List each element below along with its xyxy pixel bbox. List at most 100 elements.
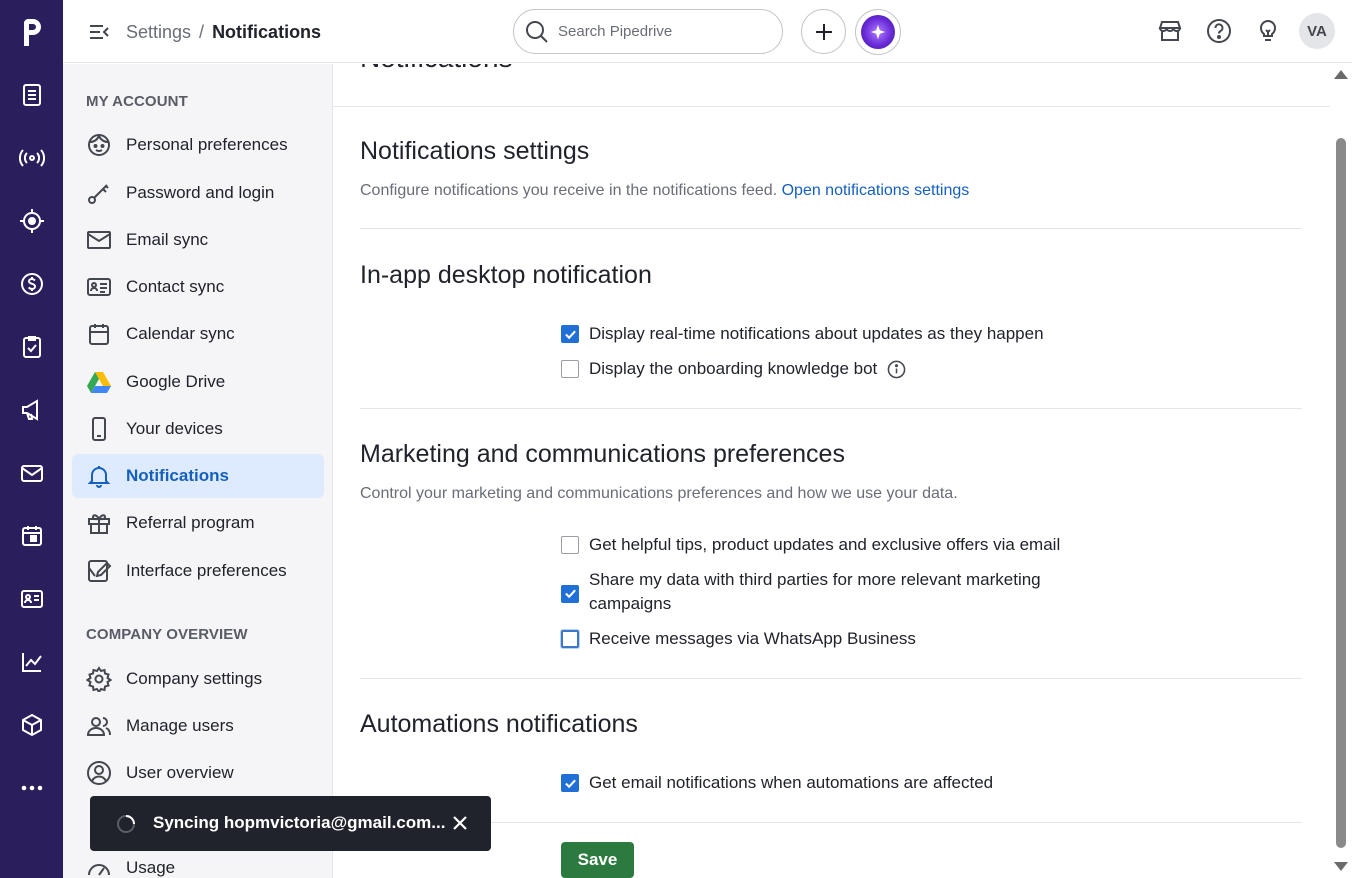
sidebar-item-contact-sync[interactable]: Contact sync — [72, 265, 324, 309]
sidebar-item-label: Company settings — [126, 669, 263, 688]
sidebar-item-user-overview[interactable]: User overview — [72, 751, 324, 795]
checkmark-icon — [564, 330, 576, 339]
broadcast-icon[interactable] — [16, 142, 47, 173]
sidebar-item-google-drive[interactable]: Google Drive — [72, 360, 324, 404]
checkbox-share-data[interactable]: Share my data with third parties for mor… — [561, 568, 1041, 616]
marketing-description: Control your marketing and communication… — [360, 485, 958, 502]
spinner-icon — [117, 815, 135, 833]
sidebar-item-label: Personal preferences — [126, 135, 288, 154]
info-icon[interactable] — [887, 360, 906, 379]
checkbox-whatsapp[interactable]: Receive messages via WhatsApp Business — [561, 627, 916, 651]
save-button[interactable]: Save — [561, 842, 634, 878]
sidebar-item-label: Interface preferences — [126, 561, 287, 580]
divider — [360, 408, 1302, 409]
leads-icon[interactable] — [16, 79, 47, 110]
checkbox-unchecked[interactable] — [561, 536, 579, 554]
sidebar-item-label: Referral program — [126, 513, 255, 532]
calendar-rail-icon[interactable] — [16, 520, 47, 551]
checkbox-checked[interactable] — [561, 584, 579, 603]
bell-icon — [87, 466, 111, 488]
checkbox-label: Get helpful tips, product updates and ex… — [589, 535, 1061, 554]
sidebar-item-interface-preferences[interactable]: Interface preferences — [72, 549, 324, 593]
breadcrumb-separator: / — [199, 21, 205, 42]
sidebar-item-calendar-sync[interactable]: Calendar sync — [72, 312, 324, 356]
search-icon — [526, 20, 548, 43]
checkbox-checked[interactable] — [561, 774, 579, 792]
products-icon[interactable] — [16, 709, 47, 740]
scrollbar-thumb[interactable] — [1336, 138, 1346, 848]
breadcrumb-current: Notifications — [212, 21, 322, 42]
tasks-icon[interactable] — [16, 331, 47, 362]
scroll-up-arrow-icon[interactable] — [1334, 70, 1348, 79]
checkbox-label-line1: Share my data with third parties for mor… — [589, 570, 1041, 589]
insights-icon[interactable] — [16, 646, 47, 677]
main-content: Notifications Notifications settings Con… — [333, 64, 1330, 878]
google-drive-icon — [87, 372, 111, 393]
contact-card-icon — [87, 278, 111, 296]
more-icon[interactable] — [16, 772, 47, 803]
menu-collapse-icon[interactable] — [87, 20, 111, 44]
checkbox-unchecked-focused[interactable] — [561, 630, 579, 648]
checkbox-onboarding-bot[interactable]: Display the onboarding knowledge bot — [561, 357, 906, 381]
open-notifications-settings-link[interactable]: Open notifications settings — [782, 182, 970, 199]
target-icon[interactable] — [16, 205, 47, 236]
pipedrive-logo[interactable] — [0, 0, 63, 63]
section-company-overview: COMPANY OVERVIEW — [86, 626, 248, 643]
sidebar-item-password-login[interactable]: Password and login — [72, 171, 324, 215]
checkbox-label-line2: campaigns — [589, 594, 672, 613]
gift-icon — [88, 514, 110, 534]
lightbulb-icon[interactable] — [1254, 17, 1282, 45]
checkbox-realtime-notifications[interactable]: Display real-time notifications about up… — [561, 322, 1044, 346]
gauge-icon — [88, 864, 110, 876]
automations-heading: Automations notifications — [360, 710, 638, 738]
checkbox-unchecked[interactable] — [561, 360, 579, 378]
checkmark-icon — [564, 779, 576, 788]
checkbox-helpful-tips[interactable]: Get helpful tips, product updates and ex… — [561, 533, 1060, 557]
mail-rail-icon[interactable] — [16, 457, 47, 488]
gear-icon — [86, 666, 112, 692]
dollar-icon[interactable] — [16, 268, 47, 299]
search-input[interactable] — [558, 23, 758, 40]
sidebar-item-your-devices[interactable]: Your devices — [72, 407, 324, 451]
checkbox-label: Display real-time notifications about up… — [589, 324, 1044, 343]
app-rail — [0, 0, 63, 878]
sidebar-item-label: Manage users — [126, 716, 234, 735]
user-circle-icon — [87, 761, 111, 785]
divider — [360, 228, 1302, 229]
notifications-settings-text: Configure notifications you receive in t… — [360, 182, 778, 199]
avatar[interactable]: VA — [1299, 13, 1335, 49]
close-icon[interactable] — [450, 813, 470, 833]
notifications-settings-description: Configure notifications you receive in t… — [360, 182, 969, 200]
sidebar-item-label: User overview — [126, 763, 234, 782]
sidebar-item-label: Notifications — [126, 466, 229, 485]
section-my-account: MY ACCOUNT — [86, 93, 188, 110]
checkbox-checked[interactable] — [561, 325, 579, 343]
ai-assistant-button[interactable] — [855, 9, 901, 55]
search-box[interactable] — [513, 9, 783, 54]
sidebar-item-referral-program[interactable]: Referral program — [72, 501, 324, 545]
sidebar-item-label: Your devices — [126, 419, 223, 438]
sidebar-item-email-sync[interactable]: Email sync — [72, 218, 324, 262]
sidebar-item-label: Google Drive — [126, 372, 226, 391]
sidebar-item-notifications[interactable]: Notifications — [72, 454, 324, 498]
sidebar-item-company-settings[interactable]: Company settings — [72, 657, 324, 701]
sidebar-item-manage-users[interactable]: Manage users — [72, 704, 324, 748]
notifications-settings-heading: Notifications settings — [360, 137, 590, 165]
contacts-rail-icon[interactable] — [16, 583, 47, 614]
breadcrumb-settings[interactable]: Settings — [126, 22, 191, 43]
scroll-down-arrow-icon[interactable] — [1334, 862, 1348, 871]
plus-icon — [815, 23, 832, 40]
mail-icon — [87, 231, 111, 249]
checkbox-automations-email[interactable]: Get email notifications when automations… — [561, 771, 993, 795]
checkbox-label: Receive messages via WhatsApp Business — [589, 629, 916, 648]
divider — [360, 678, 1302, 679]
megaphone-icon[interactable] — [16, 394, 47, 425]
sidebar-item-personal-preferences[interactable]: Personal preferences — [72, 123, 324, 167]
toast-message: Syncing hopmvictoria@gmail.com... — [153, 813, 446, 832]
scrollbar[interactable] — [1330, 64, 1352, 878]
help-icon[interactable] — [1205, 17, 1233, 45]
users-icon — [86, 717, 111, 736]
marketplace-icon[interactable] — [1156, 17, 1184, 45]
quick-add-button[interactable] — [801, 9, 846, 54]
top-bar: Settings / Notifications VA — [63, 0, 1352, 63]
